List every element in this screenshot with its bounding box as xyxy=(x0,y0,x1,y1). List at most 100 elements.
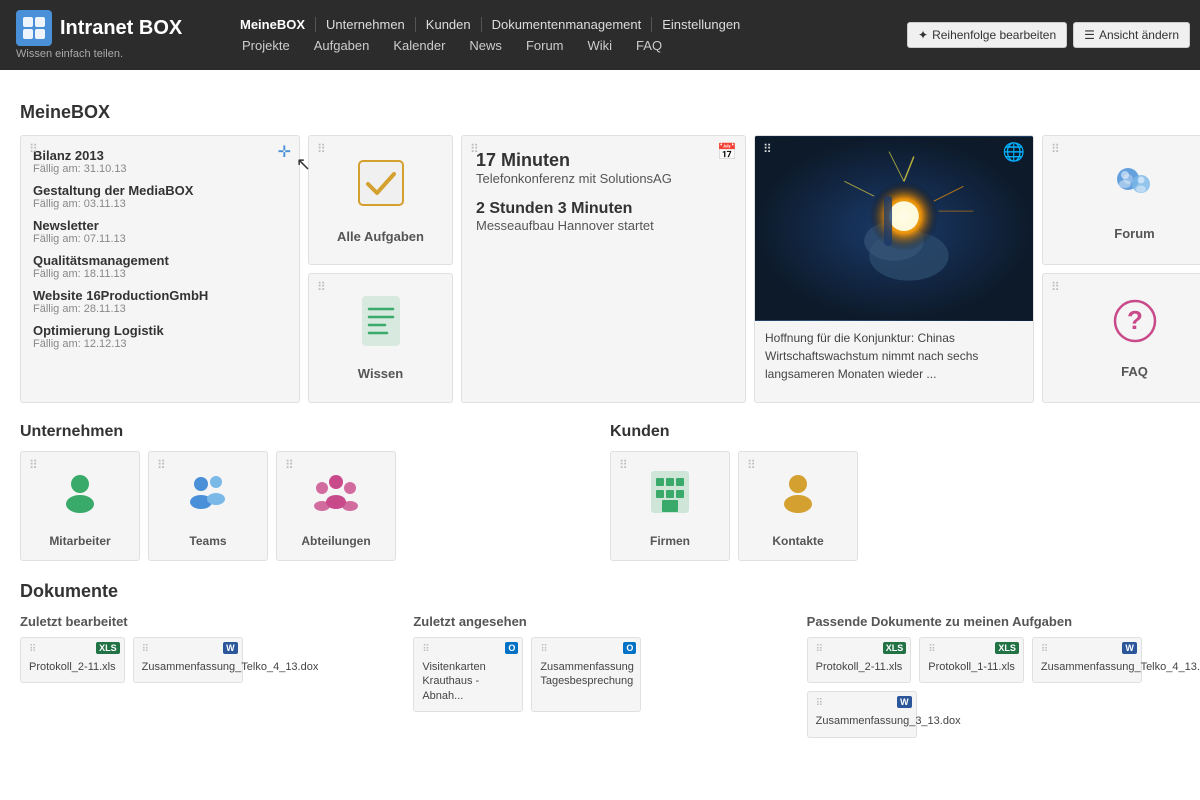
kunden-tiles: ⠿ Firmen xyxy=(610,451,1180,561)
file-type-badge: W xyxy=(223,642,238,654)
forum-widget[interactable]: ⠿ Forum xyxy=(1042,135,1200,265)
mitarbeiter-icon xyxy=(56,468,104,526)
doc-file[interactable]: ⠿ W Zusammenfassung_Telko_4_13.dox xyxy=(133,637,243,683)
kontakte-label: Kontakte xyxy=(772,534,823,548)
logo-icon xyxy=(16,10,52,46)
kontakte-tile[interactable]: ⠿ Kontakte xyxy=(738,451,858,561)
drag-indicator: ⠿ xyxy=(1041,644,1048,655)
task-item: Optimierung Logistik Fällig am: 12.12.13 xyxy=(33,323,287,350)
news-widget[interactable]: ⠿ 🌐 xyxy=(754,135,1034,403)
file-type-badge: W xyxy=(897,696,912,708)
drag-indicator: ⠿ xyxy=(816,644,823,655)
nav-main: MeineBOX Unternehmen Kunden Dokumentenma… xyxy=(220,17,907,53)
nav-meinebox[interactable]: MeineBOX xyxy=(230,17,316,32)
calendar-icon: 📅 xyxy=(717,142,737,162)
timer-widget: ⠿ 📅 17 Minuten Telefonkonferenz mit Solu… xyxy=(461,135,746,403)
nav-kunden[interactable]: Kunden xyxy=(416,17,482,32)
drag-indicator: ⠿ xyxy=(29,458,38,472)
checkmark-icon xyxy=(355,157,407,221)
nav-unternehmen[interactable]: Unternehmen xyxy=(316,17,416,32)
nav-actions: ✦ Reihenfolge bearbeiten ☰ Ansicht änder… xyxy=(907,22,1200,48)
passende-dokumente-title: Passende Dokumente zu meinen Aufgaben xyxy=(807,614,1180,629)
nav-dokumentenmanagement[interactable]: Dokumentenmanagement xyxy=(482,17,653,32)
alle-aufgaben-widget[interactable]: ⠿ Alle Aufgaben xyxy=(308,135,453,265)
abteilungen-tile[interactable]: ⠿ Abteilungen xyxy=(276,451,396,561)
firmen-label: Firmen xyxy=(650,534,690,548)
teams-icon xyxy=(182,468,234,526)
doc-file[interactable]: ⠿ O Visitenkarten Krauthaus - Abnah... xyxy=(413,637,523,712)
file-type-badge: O xyxy=(505,642,518,654)
document-icon xyxy=(357,295,405,358)
doc-files-row: ⠿ XLS Protokoll_2-11.xls ⠿ W Zusammenfas… xyxy=(20,637,393,683)
faq-widget[interactable]: ⠿ ? FAQ xyxy=(1042,273,1200,403)
mitarbeiter-tile[interactable]: ⠿ Mitarbeiter xyxy=(20,451,140,561)
dokumente-grid: Zuletzt bearbeitet ⠿ XLS Protokoll_2-11.… xyxy=(20,614,1180,738)
file-type-badge: W xyxy=(1122,642,1137,654)
task-item: Gestaltung der MediaBOX Fällig am: 03.11… xyxy=(33,183,287,210)
ansicht-button[interactable]: ☰ Ansicht ändern xyxy=(1073,22,1190,48)
drag-indicator: ⠿ xyxy=(747,458,756,472)
teams-label: Teams xyxy=(189,534,226,548)
wissen-widget[interactable]: ⠿ Wissen xyxy=(308,273,453,403)
doc-file[interactable]: ⠿ XLS Protokoll_2-11.xls xyxy=(20,637,125,683)
logo-area: Intranet BOX Wissen einfach teilen. xyxy=(0,0,220,70)
nav-wiki[interactable]: Wiki xyxy=(576,38,625,53)
file-type-badge: XLS xyxy=(96,642,120,654)
kunden-title: Kunden xyxy=(610,423,1180,441)
zuletzt-bearbeitet-title: Zuletzt bearbeitet xyxy=(20,614,393,629)
drag-indicator: ⠿ xyxy=(142,644,149,655)
logo-title: Intranet BOX xyxy=(16,10,204,46)
unternehmen-kunden-row: Unternehmen ⠿ Mitarbeiter ⠿ xyxy=(20,423,1180,561)
kontakte-icon xyxy=(774,468,822,526)
alle-aufgaben-label: Alle Aufgaben xyxy=(337,229,424,244)
file-type-badge: XLS xyxy=(883,642,907,654)
doc-file[interactable]: ⠿ XLS Protokoll_2-11.xls xyxy=(807,637,912,683)
doc-file[interactable]: ⠿ O Zusammenfassung Tagesbesprechung xyxy=(531,637,641,712)
drag-indicator: ⠿ xyxy=(29,142,38,156)
drag-indicator: ⠿ xyxy=(763,142,772,156)
nav-news[interactable]: News xyxy=(457,38,514,53)
passende-dokumente: Passende Dokumente zu meinen Aufgaben ⠿ … xyxy=(807,614,1180,738)
nav-projekte[interactable]: Projekte xyxy=(230,38,302,53)
drag-indicator: ⠿ xyxy=(317,280,326,294)
unternehmen-tiles: ⠿ Mitarbeiter ⠿ xyxy=(20,451,590,561)
svg-text:?: ? xyxy=(1127,305,1143,335)
kunden-section: Kunden ⠿ xyxy=(610,423,1180,561)
logo-subtitle: Wissen einfach teilen. xyxy=(16,48,204,60)
doc-file[interactable]: ⠿ XLS Protokoll_1-11.xls xyxy=(919,637,1024,683)
nav-aufgaben[interactable]: Aufgaben xyxy=(302,38,382,53)
drag-indicator: ⠿ xyxy=(1051,142,1060,156)
drag-indicator: ⠿ xyxy=(928,644,935,655)
nav-forum[interactable]: Forum xyxy=(514,38,576,53)
news-text: Hoffnung für die Konjunktur: Chinas Wirt… xyxy=(755,321,1033,391)
forum-label: Forum xyxy=(1114,226,1154,241)
dokumente-section: Dokumente Zuletzt bearbeitet ⠿ XLS Proto… xyxy=(20,581,1180,738)
file-type-badge: XLS xyxy=(995,642,1019,654)
forum-icon xyxy=(1111,159,1159,218)
zuletzt-angesehen-title: Zuletzt angesehen xyxy=(413,614,786,629)
question-icon: ? xyxy=(1111,297,1159,356)
doc-file[interactable]: ⠿ W Zusammenfassung_3_13.dox xyxy=(807,691,917,737)
reihenfolge-icon: ✦ xyxy=(918,28,928,42)
zuletzt-bearbeitet: Zuletzt bearbeitet ⠿ XLS Protokoll_2-11.… xyxy=(20,614,393,738)
drag-indicator: ⠿ xyxy=(540,644,547,655)
reihenfolge-button[interactable]: ✦ Reihenfolge bearbeiten xyxy=(907,22,1067,48)
page-content: MeineBOX ⠿ ✛ ↖ Bilanz 2013 Fällig am: 31… xyxy=(0,70,1200,754)
nav-kalender[interactable]: Kalender xyxy=(381,38,457,53)
nav-bottom-row: Projekte Aufgaben Kalender News Forum Wi… xyxy=(230,38,897,53)
teams-tile[interactable]: ⠿ Teams xyxy=(148,451,268,561)
building-icon xyxy=(646,464,694,526)
faq-label: FAQ xyxy=(1121,364,1148,379)
task-item: Bilanz 2013 Fällig am: 31.10.13 xyxy=(33,148,287,175)
doc-file[interactable]: ⠿ W Zusammenfassung_Telko_4_13.dox xyxy=(1032,637,1142,683)
firmen-tile[interactable]: ⠿ Firmen xyxy=(610,451,730,561)
nav-faq[interactable]: FAQ xyxy=(624,38,674,53)
drag-indicator: ⠿ xyxy=(285,458,294,472)
drag-indicator: ⠿ xyxy=(317,142,326,156)
globe-icon: 🌐 xyxy=(1003,142,1025,163)
unternehmen-title: Unternehmen xyxy=(20,423,590,441)
task-item: Website 16ProductionGmbH Fällig am: 28.1… xyxy=(33,288,287,315)
file-type-badge: O xyxy=(623,642,636,654)
nav-einstellungen[interactable]: Einstellungen xyxy=(652,17,750,32)
timer-event-2: 2 Stunden 3 Minuten Messeaufbau Hannover… xyxy=(476,200,731,233)
